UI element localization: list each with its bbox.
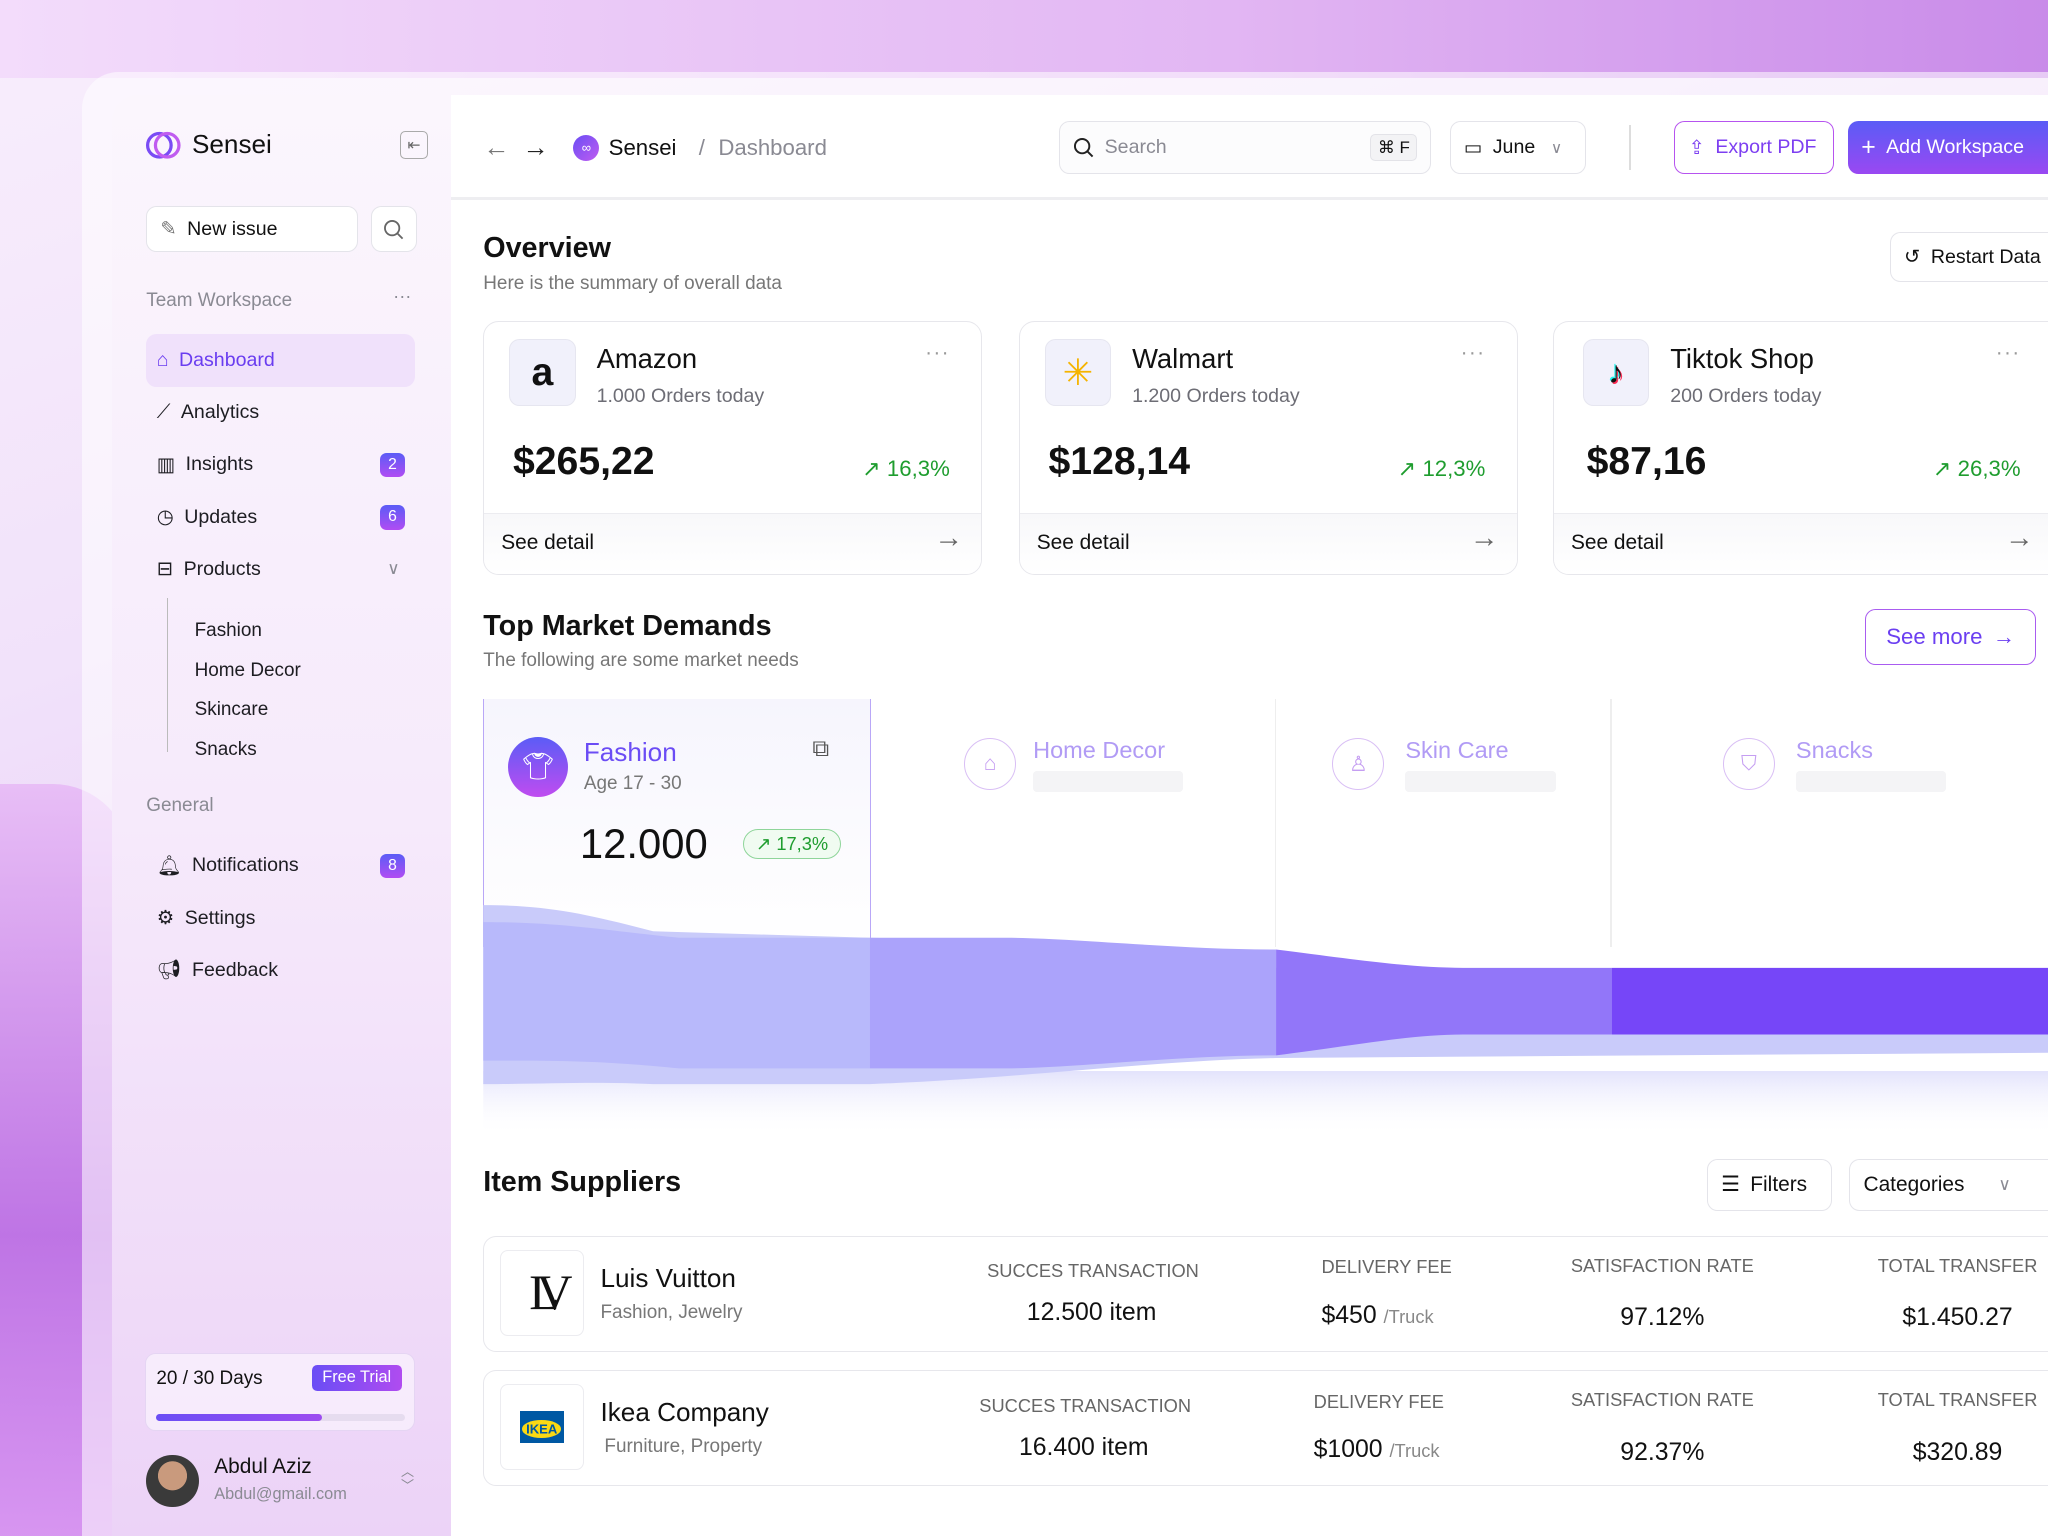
user-email: Abdul@gmail.com — [214, 1485, 347, 1504]
supplier-category: Fashion, Jewelry — [600, 1302, 742, 1324]
satisfaction-rate: 92.37% — [1558, 1439, 1767, 1467]
sliders-icon: ☰ — [1721, 1172, 1740, 1197]
free-trial-badge[interactable]: Free Trial — [312, 1365, 402, 1392]
satisfaction-rate: 97.12% — [1558, 1304, 1767, 1332]
categories-select[interactable]: Categories ∨ — [1849, 1159, 2048, 1211]
total-transfer: $1.450.27 — [1853, 1304, 2048, 1332]
app-screen: Sensei ⇤ ✎New issue Team Workspace ··· ⌂… — [0, 0, 2048, 1536]
ikea-logo-icon: IKEA — [500, 1384, 584, 1470]
suppliers-title: Item Suppliers — [483, 1166, 681, 1199]
supplier-name: Luis Vuitton — [600, 1263, 735, 1294]
column-header: TOTAL TRANSFER — [1853, 1255, 2048, 1277]
categories-label: Categories — [1864, 1173, 1965, 1197]
chevron-down-icon: ∨ — [1998, 1175, 2010, 1195]
flow-segment-snacks — [1612, 968, 2048, 1035]
supplier-row[interactable]: LV Luis Vuitton Fashion, Jewelry SUCCES … — [483, 1236, 2048, 1352]
market-flow-chart — [0, 0, 2048, 1176]
column-header: DELIVERY FEE — [1314, 1391, 1444, 1413]
supplier-name: Ikea Company — [600, 1397, 768, 1428]
flow-segment-home-decor — [870, 938, 1276, 1069]
delivery-unit: /Truck — [1384, 1306, 1434, 1327]
delivery-unit: /Truck — [1389, 1440, 1439, 1461]
trial-progress-fill — [156, 1414, 322, 1421]
trial-card: 20 / 30 Days Free Trial — [145, 1353, 415, 1431]
filters-label: Filters — [1750, 1173, 1807, 1197]
delivery-fee: $1000 — [1314, 1436, 1383, 1463]
filters-button[interactable]: ☰ Filters — [1707, 1159, 1832, 1211]
louis-vuitton-logo-icon: LV — [500, 1250, 584, 1336]
account-switch-icon[interactable]: ︿﹀ — [401, 1465, 414, 1491]
total-transfer: $320.89 — [1853, 1439, 2048, 1467]
delivery-fee: $450 — [1321, 1302, 1376, 1329]
supplier-row[interactable]: IKEA Ikea Company Furniture, Property SU… — [483, 1370, 2048, 1486]
column-header: SUCCES TRANSACTION — [987, 1260, 1196, 1282]
user-name: Abdul Aziz — [214, 1455, 311, 1479]
supplier-category: Furniture, Property — [604, 1436, 762, 1458]
column-header: DELIVERY FEE — [1321, 1256, 1451, 1278]
success-transaction: 12.500 item — [987, 1299, 1196, 1327]
avatar[interactable] — [146, 1455, 198, 1507]
column-header: SATISFACTION RATE — [1558, 1389, 1767, 1411]
column-header: SUCCES TRANSACTION — [979, 1395, 1188, 1417]
trial-progress — [156, 1414, 404, 1421]
flow-segment-fashion — [483, 922, 870, 1068]
column-header: TOTAL TRANSFER — [1853, 1389, 2048, 1411]
success-transaction: 16.400 item — [979, 1434, 1188, 1462]
trial-days: 20 / 30 Days — [156, 1368, 262, 1390]
column-header: SATISFACTION RATE — [1558, 1255, 1767, 1277]
